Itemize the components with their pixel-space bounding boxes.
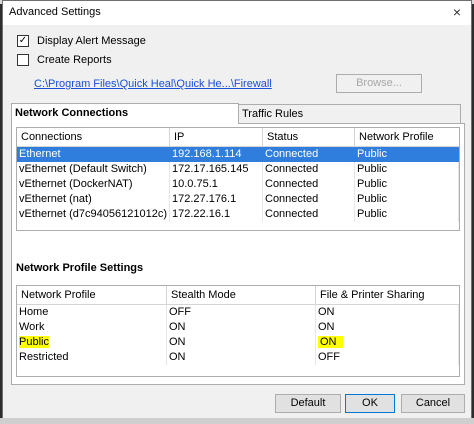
- column-header-network-profile[interactable]: Network Profile: [355, 128, 459, 146]
- display-alert-checkbox[interactable]: ✓: [17, 35, 29, 47]
- column-header-network-profile[interactable]: Network Profile: [17, 286, 167, 304]
- connection-profile: Public: [355, 177, 459, 192]
- connection-profile: Public: [355, 192, 459, 207]
- table-row[interactable]: vEthernet (nat) 172.27.176.1 Connected P…: [17, 192, 459, 207]
- connection-profile: Public: [355, 207, 459, 222]
- table-row[interactable]: vEthernet (Default Switch) 172.17.165.14…: [17, 162, 459, 177]
- connection-name: vEthernet (nat): [17, 192, 170, 207]
- sharing-value-highlighted[interactable]: ON: [318, 336, 343, 348]
- create-reports-checkbox[interactable]: [17, 54, 29, 66]
- connection-status: Connected: [263, 207, 355, 222]
- cancel-button[interactable]: Cancel: [401, 394, 465, 413]
- connections-table[interactable]: Connections IP Status Network Profile Et…: [16, 127, 460, 231]
- display-alert-label: Display Alert Message: [37, 35, 146, 47]
- profile-name: Work: [17, 320, 167, 335]
- connection-status: Connected: [263, 177, 355, 192]
- tab-network-connections[interactable]: Network Connections: [11, 103, 239, 124]
- connection-status: Connected: [263, 162, 355, 177]
- connections-header: Connections IP Status Network Profile: [17, 128, 459, 147]
- browse-button[interactable]: Browse...: [336, 74, 422, 93]
- stealth-mode-value[interactable]: ON: [167, 320, 316, 335]
- connection-status: Connected: [263, 192, 355, 207]
- table-row[interactable]: Home OFF ON: [17, 305, 459, 320]
- table-row[interactable]: Public ON ON: [17, 335, 459, 350]
- stealth-mode-value[interactable]: ON: [167, 335, 316, 350]
- profile-settings-header: Network Profile Stealth Mode File & Prin…: [17, 286, 459, 305]
- profile-settings-table[interactable]: Network Profile Stealth Mode File & Prin…: [16, 285, 460, 377]
- dialog-title: Advanced Settings: [9, 6, 101, 18]
- stealth-mode-value[interactable]: ON: [167, 350, 316, 365]
- connection-name: vEthernet (d7c94056121012c): [17, 207, 170, 222]
- table-row[interactable]: Restricted ON OFF: [17, 350, 459, 365]
- title-bar: Advanced Settings ×: [3, 1, 471, 25]
- column-header-ip[interactable]: IP: [170, 128, 263, 146]
- display-alert-option[interactable]: ✓ Display Alert Message: [17, 33, 146, 49]
- ok-button[interactable]: OK: [345, 394, 395, 413]
- network-profile-settings-heading: Network Profile Settings: [16, 262, 144, 274]
- connection-name: vEthernet (Default Switch): [17, 162, 170, 177]
- firewall-path-link[interactable]: C:\Program Files\Quick Heal\Quick He...\…: [34, 78, 272, 90]
- column-header-stealth-mode[interactable]: Stealth Mode: [167, 286, 316, 304]
- connection-ip: 192.168.1.114: [170, 147, 263, 162]
- connection-profile: Public: [355, 147, 459, 162]
- table-row[interactable]: vEthernet (DockerNAT) 10.0.75.1 Connecte…: [17, 177, 459, 192]
- table-row[interactable]: Ethernet 192.168.1.114 Connected Public: [17, 147, 459, 162]
- column-header-file-printer-sharing[interactable]: File & Printer Sharing: [316, 286, 459, 304]
- connection-name: Ethernet: [17, 147, 170, 162]
- tab-traffic-rules[interactable]: Traffic Rules: [238, 104, 461, 124]
- connection-name: vEthernet (DockerNAT): [17, 177, 170, 192]
- column-header-status[interactable]: Status: [263, 128, 355, 146]
- sharing-value[interactable]: ON: [316, 320, 459, 335]
- connection-ip: 10.0.75.1: [170, 177, 263, 192]
- profile-name-highlighted: Public: [19, 336, 49, 348]
- connection-ip: 172.27.176.1: [170, 192, 263, 207]
- profile-name: Home: [17, 305, 167, 320]
- default-button[interactable]: Default: [275, 394, 341, 413]
- sharing-value[interactable]: ON: [316, 305, 459, 320]
- advanced-settings-dialog: Advanced Settings × ✓ Display Alert Mess…: [2, 0, 472, 421]
- sharing-value[interactable]: OFF: [316, 350, 459, 365]
- create-reports-option[interactable]: Create Reports: [17, 52, 112, 68]
- network-connections-panel: Connections IP Status Network Profile Et…: [11, 123, 465, 385]
- stealth-mode-value[interactable]: OFF: [167, 305, 316, 320]
- create-reports-label: Create Reports: [37, 54, 112, 66]
- background-window-edge-bottom: [0, 418, 474, 424]
- connection-ip: 172.17.165.145: [170, 162, 263, 177]
- close-icon[interactable]: ×: [449, 4, 465, 20]
- column-header-connections[interactable]: Connections: [17, 128, 170, 146]
- connection-profile: Public: [355, 162, 459, 177]
- connection-ip: 172.22.16.1: [170, 207, 263, 222]
- connection-status: Connected: [263, 147, 355, 162]
- table-row[interactable]: Work ON ON: [17, 320, 459, 335]
- profile-name: Restricted: [17, 350, 167, 365]
- table-row[interactable]: vEthernet (d7c94056121012c) 172.22.16.1 …: [17, 207, 459, 222]
